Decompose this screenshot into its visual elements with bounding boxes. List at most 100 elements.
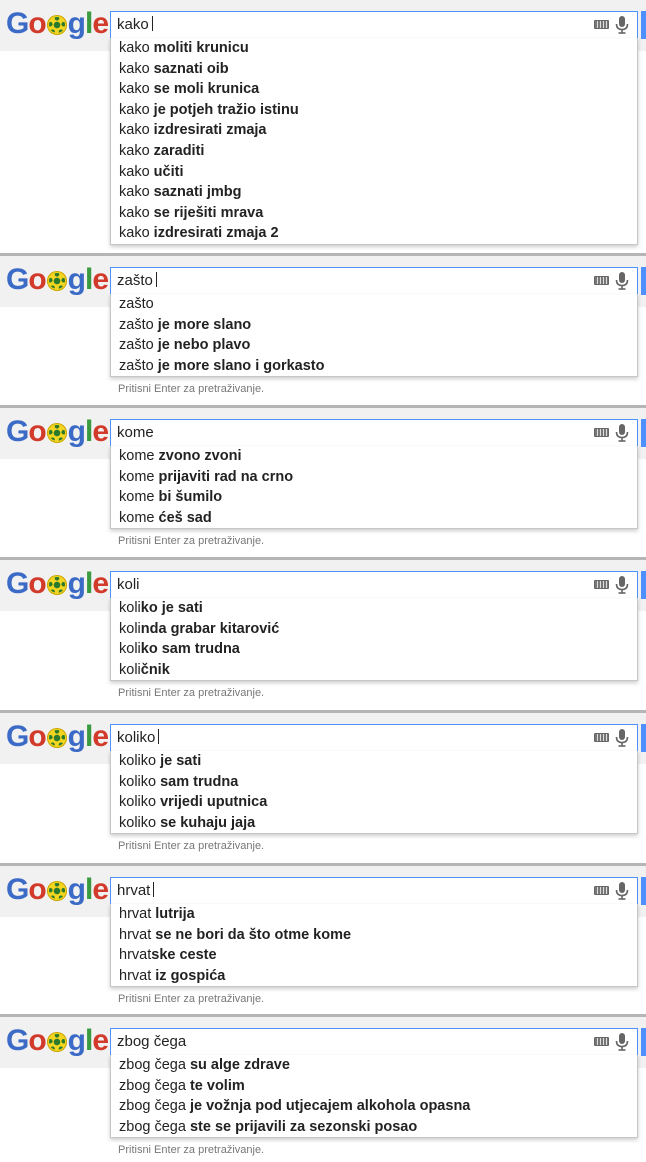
- microphone-icon[interactable]: [615, 729, 629, 747]
- suggestion-item[interactable]: hrvat se ne bori da što otme kome: [111, 925, 637, 946]
- google-logo[interactable]: Go gle: [6, 1024, 109, 1058]
- search-box[interactable]: koli: [110, 571, 638, 599]
- google-logo[interactable]: Go gle: [6, 263, 109, 297]
- search-query: zbog čega: [117, 1033, 187, 1050]
- suggestion-item[interactable]: kako saznati jmbg: [111, 182, 637, 203]
- keyboard-icon[interactable]: [594, 1037, 609, 1046]
- suggestion-item[interactable]: kako izdresirati zmaja: [111, 120, 637, 141]
- suggestion-item[interactable]: zbog čega ste se prijavili za sezonski p…: [111, 1117, 637, 1138]
- suggestion-completion-text: ćeš sad: [158, 509, 212, 526]
- suggestion-item[interactable]: hrvatske ceste: [111, 945, 637, 966]
- logo-letter-o: o: [28, 263, 46, 296]
- search-box[interactable]: zašto: [110, 267, 638, 295]
- suggestion-item[interactable]: zbog čega su alge zdrave: [111, 1055, 637, 1076]
- search-button-edge[interactable]: [641, 1028, 646, 1056]
- suggestion-item[interactable]: kako moliti krunicu: [111, 38, 637, 59]
- suggestion-completion-text: vrijedi uputnica: [160, 794, 268, 811]
- keyboard-icon[interactable]: [594, 580, 609, 589]
- search-input[interactable]: koliko: [117, 725, 577, 751]
- suggestion-item[interactable]: kolinda grabar kitarović: [111, 619, 637, 640]
- search-box[interactable]: zbog čega: [110, 1028, 638, 1056]
- search-input[interactable]: koli: [117, 572, 577, 598]
- suggestion-item[interactable]: koliko se kuhaju jaja: [111, 813, 637, 834]
- google-logo[interactable]: Go gle: [6, 873, 109, 907]
- suggestion-item[interactable]: hrvat lutrija: [111, 904, 637, 925]
- search-button-edge[interactable]: [641, 724, 646, 752]
- suggestion-list: zbog čega su alge zdrave zbog čega te vol…: [110, 1055, 638, 1139]
- suggestion-item[interactable]: koliko sam trudna: [111, 772, 637, 793]
- suggestion-item[interactable]: kome bi šumilo: [111, 487, 637, 508]
- search-input[interactable]: kako: [117, 12, 577, 38]
- suggestion-item[interactable]: koliko vrijedi uputnica: [111, 792, 637, 813]
- football-icon: [46, 271, 67, 291]
- search-input[interactable]: zbog čega: [117, 1029, 577, 1055]
- suggestion-item[interactable]: kome zvono zvoni: [111, 446, 637, 467]
- search-box[interactable]: kako: [110, 11, 638, 39]
- google-logo[interactable]: Go gle: [6, 7, 109, 41]
- google-logo[interactable]: Go gle: [6, 720, 109, 754]
- search-input[interactable]: zašto: [117, 268, 577, 294]
- suggestion-item[interactable]: zašto: [111, 294, 637, 315]
- logo-letter-e: e: [92, 263, 109, 296]
- suggestion-item[interactable]: koliko je sati: [111, 751, 637, 772]
- suggestion-completion-text: saznati jmbg: [153, 184, 242, 201]
- google-logo[interactable]: Go gle: [6, 415, 109, 449]
- suggestion-item[interactable]: kako se moli krunica: [111, 79, 637, 100]
- football-icon: [46, 575, 67, 595]
- suggestion-item[interactable]: kako učiti: [111, 162, 637, 183]
- microphone-icon[interactable]: [615, 16, 629, 34]
- search-button-edge[interactable]: [641, 419, 646, 447]
- suggestion-completion-text: je vožnja pod utjecajem alkohola opasna: [189, 1098, 471, 1115]
- microphone-icon[interactable]: [615, 1033, 629, 1051]
- keyboard-icon[interactable]: [594, 733, 609, 742]
- logo-letter-g-lower: g: [67, 567, 86, 600]
- microphone-icon[interactable]: [615, 882, 629, 900]
- suggestion-typed-text: zbog čega: [119, 1118, 190, 1135]
- keyboard-icon[interactable]: [594, 20, 609, 29]
- search-button-edge[interactable]: [641, 11, 646, 39]
- football-icon: [46, 728, 67, 748]
- logo-letter-g-lower: g: [67, 720, 86, 753]
- logo-letter-g-lower: g: [67, 415, 86, 448]
- suggestion-item[interactable]: kako saznati oib: [111, 59, 637, 80]
- search-input[interactable]: hrvat: [117, 878, 577, 904]
- suggestion-item[interactable]: zašto je nebo plavo: [111, 335, 637, 356]
- suggestion-item[interactable]: hrvat iz gospića: [111, 966, 637, 987]
- suggestion-item[interactable]: kome ćeš sad: [111, 508, 637, 529]
- microphone-icon[interactable]: [615, 576, 629, 594]
- google-logo[interactable]: Go gle: [6, 567, 109, 601]
- suggestion-list: zašto zašto je more slano zašto je nebo pl…: [110, 294, 638, 378]
- logo-letter-e: e: [92, 873, 109, 906]
- search-query: kome: [117, 424, 154, 441]
- search-box[interactable]: kome: [110, 419, 638, 447]
- search-button-edge[interactable]: [641, 571, 646, 599]
- suggestion-item[interactable]: koliko je sati: [111, 598, 637, 619]
- suggestion-typed-text: kome: [119, 468, 159, 485]
- suggestion-item[interactable]: zašto je more slano i gorkasto: [111, 356, 637, 377]
- suggestion-item[interactable]: kako se riješiti mrava: [111, 203, 637, 224]
- suggestion-completion-text: saznati oib: [153, 60, 229, 77]
- suggestion-item[interactable]: zašto je more slano: [111, 315, 637, 336]
- suggestion-item[interactable]: zbog čega te volim: [111, 1076, 637, 1097]
- suggestion-item[interactable]: kako zaraditi: [111, 141, 637, 162]
- search-input[interactable]: kome: [117, 420, 577, 446]
- microphone-icon[interactable]: [615, 272, 629, 290]
- search-button-edge[interactable]: [641, 877, 646, 905]
- keyboard-icon[interactable]: [594, 886, 609, 895]
- suggestion-item[interactable]: količnik: [111, 660, 637, 681]
- search-box[interactable]: hrvat: [110, 877, 638, 905]
- suggestion-completion-text: ske ceste: [151, 947, 217, 964]
- suggestion-item[interactable]: kome prijaviti rad na crno: [111, 467, 637, 488]
- search-box[interactable]: koliko: [110, 724, 638, 752]
- keyboard-icon[interactable]: [594, 428, 609, 437]
- suggestion-item[interactable]: zbog čega je vožnja pod utjecajem alkoho…: [111, 1096, 637, 1117]
- suggestion-item[interactable]: koliko sam trudna: [111, 639, 637, 660]
- search-button-edge[interactable]: [641, 267, 646, 295]
- keyboard-icon[interactable]: [594, 276, 609, 285]
- suggestion-item[interactable]: kako je potjeh tražio istinu: [111, 100, 637, 121]
- suggestion-typed-text: koliko: [119, 794, 161, 811]
- suggestion-item[interactable]: kako izdresirati zmaja 2: [111, 223, 637, 244]
- logo-letter-e: e: [92, 7, 109, 40]
- logo-letter-g: G: [6, 263, 29, 296]
- microphone-icon[interactable]: [615, 424, 629, 442]
